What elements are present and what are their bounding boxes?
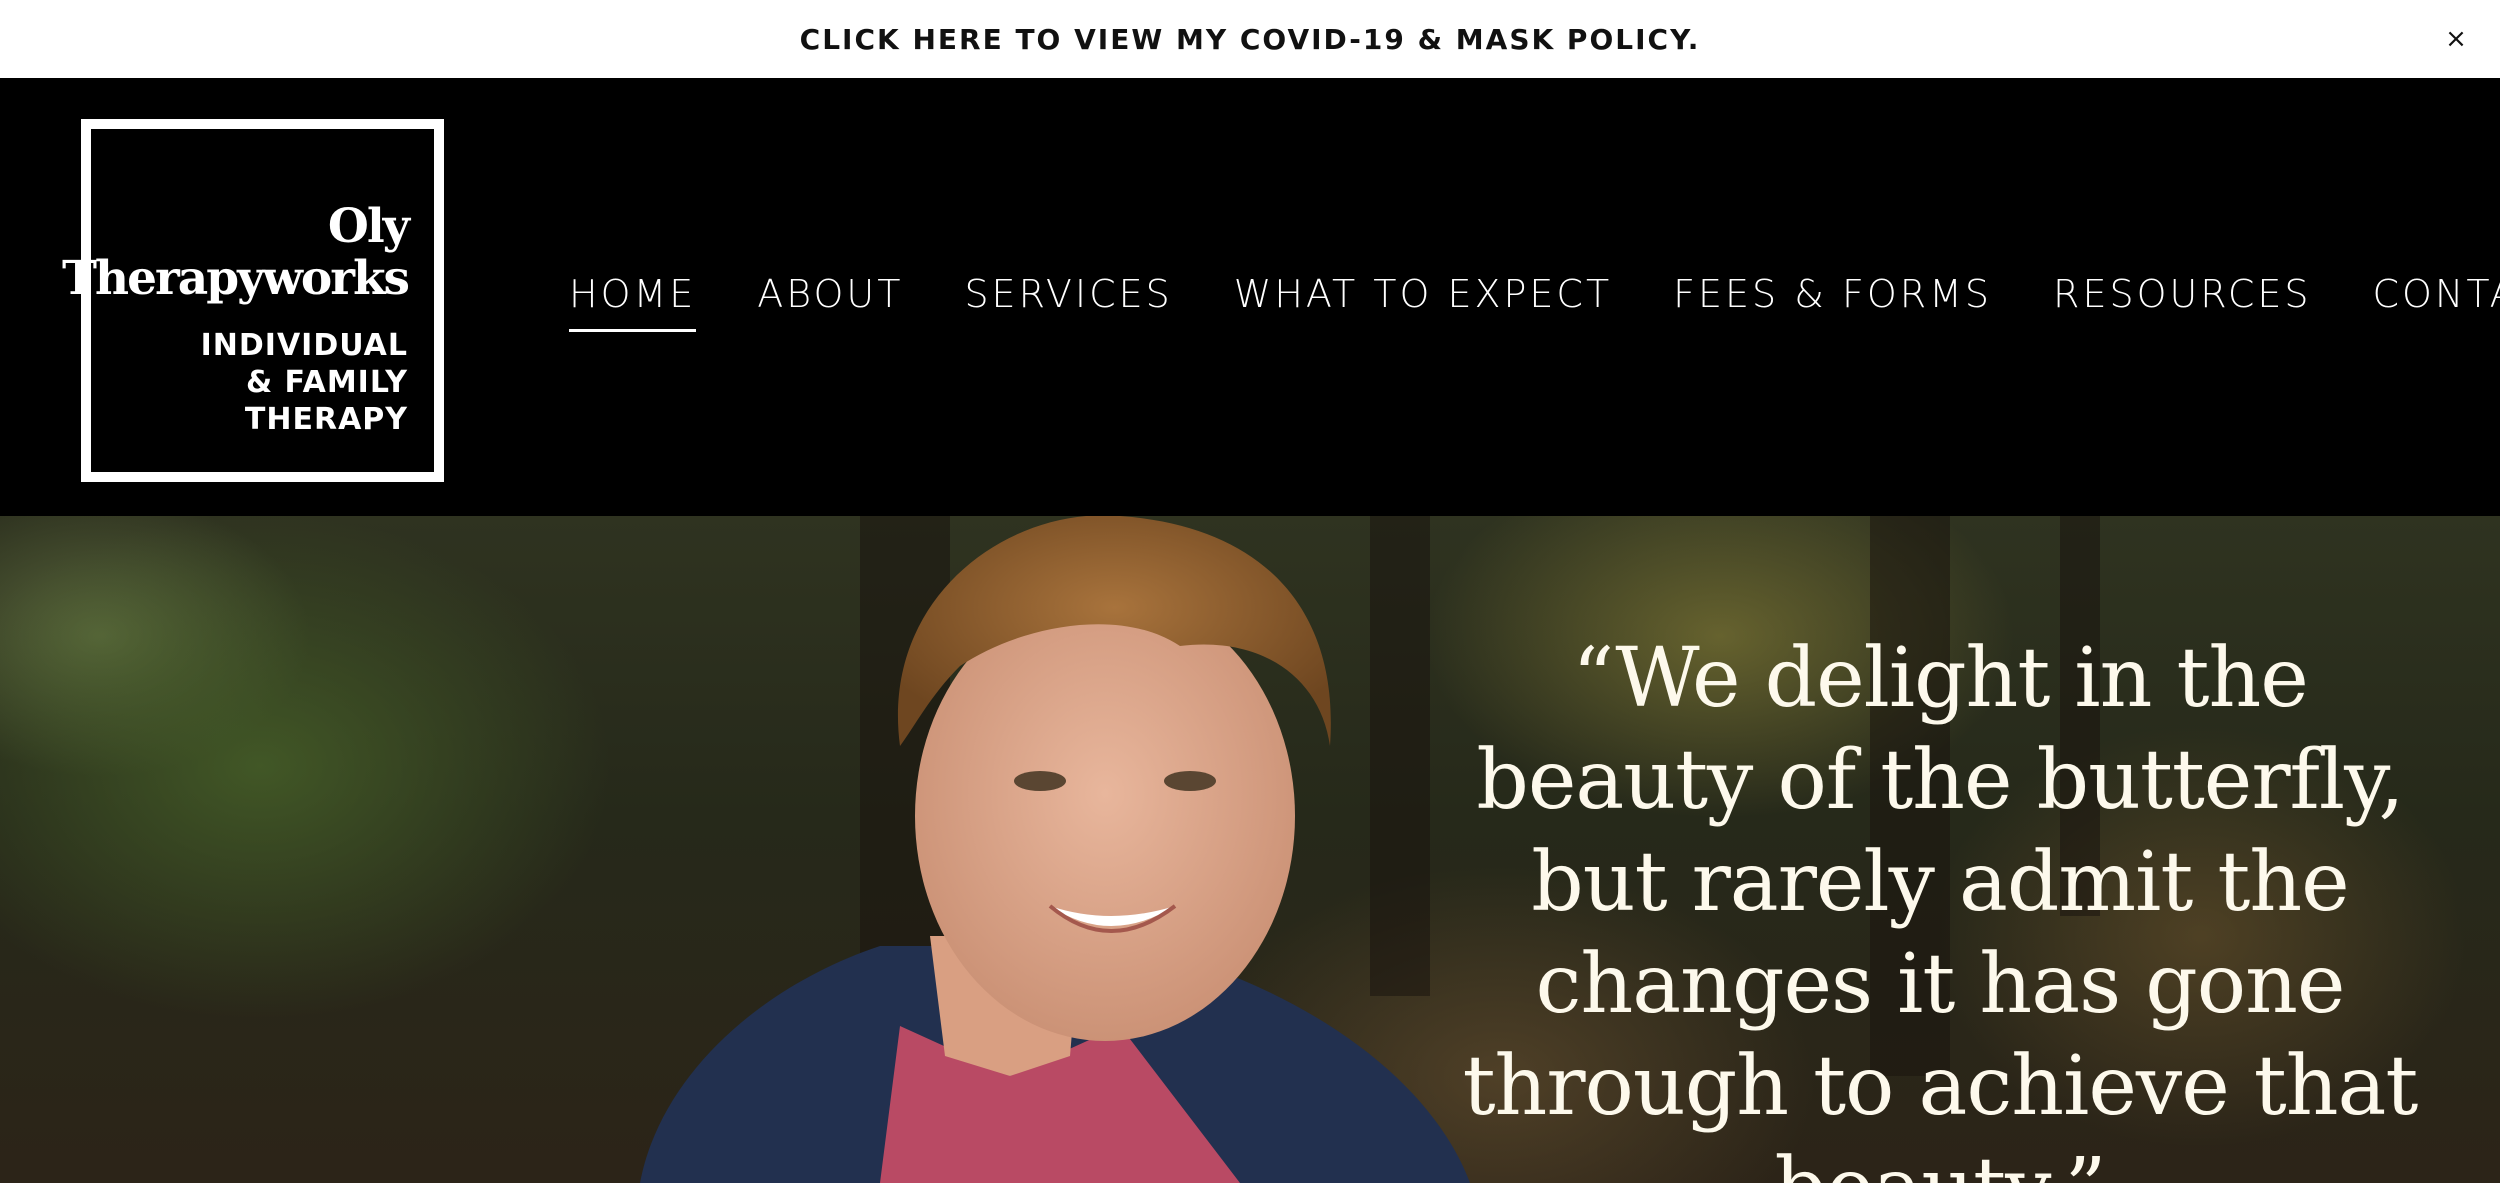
nav-item-what-to-expect[interactable]: WHAT TO EXPECT bbox=[1234, 272, 1612, 316]
hero-quote: “We delight in the beauty of the butterf… bbox=[1462, 631, 2419, 1183]
logo-text-block: Oly Therapyworks INDIVIDUAL & FAMILY THE… bbox=[61, 199, 410, 438]
nav-item-about[interactable]: ABOUT bbox=[757, 272, 903, 316]
hero-section: “We delight in the beauty of the butterf… bbox=[0, 516, 2500, 1183]
logo-name-line2: Therapyworks bbox=[61, 251, 410, 306]
site-logo[interactable]: Oly Therapyworks INDIVIDUAL & FAMILY THE… bbox=[62, 119, 444, 482]
logo-name-line1: Oly bbox=[327, 199, 410, 254]
nav-item-contact[interactable]: CONTACT bbox=[2372, 272, 2500, 316]
main-navigation: HOME ABOUT SERVICES WHAT TO EXPECT FEES … bbox=[569, 272, 2500, 332]
nav-item-services[interactable]: SERVICES bbox=[964, 272, 1172, 316]
nav-item-fees-forms[interactable]: FEES & FORMS bbox=[1673, 272, 1992, 316]
announcement-bar: CLICK HERE TO VIEW MY COVID-19 & MASK PO… bbox=[0, 0, 2500, 78]
nav-item-home[interactable]: HOME bbox=[569, 272, 697, 332]
covid-policy-link[interactable]: CLICK HERE TO VIEW MY COVID-19 & MASK PO… bbox=[800, 23, 1701, 56]
nav-item-resources[interactable]: RESOURCES bbox=[2053, 272, 2311, 316]
site-header: Oly Therapyworks INDIVIDUAL & FAMILY THE… bbox=[0, 78, 2500, 516]
close-icon[interactable]: × bbox=[2436, 19, 2476, 59]
logo-tagline: INDIVIDUAL & FAMILY THERAPY bbox=[200, 328, 408, 437]
